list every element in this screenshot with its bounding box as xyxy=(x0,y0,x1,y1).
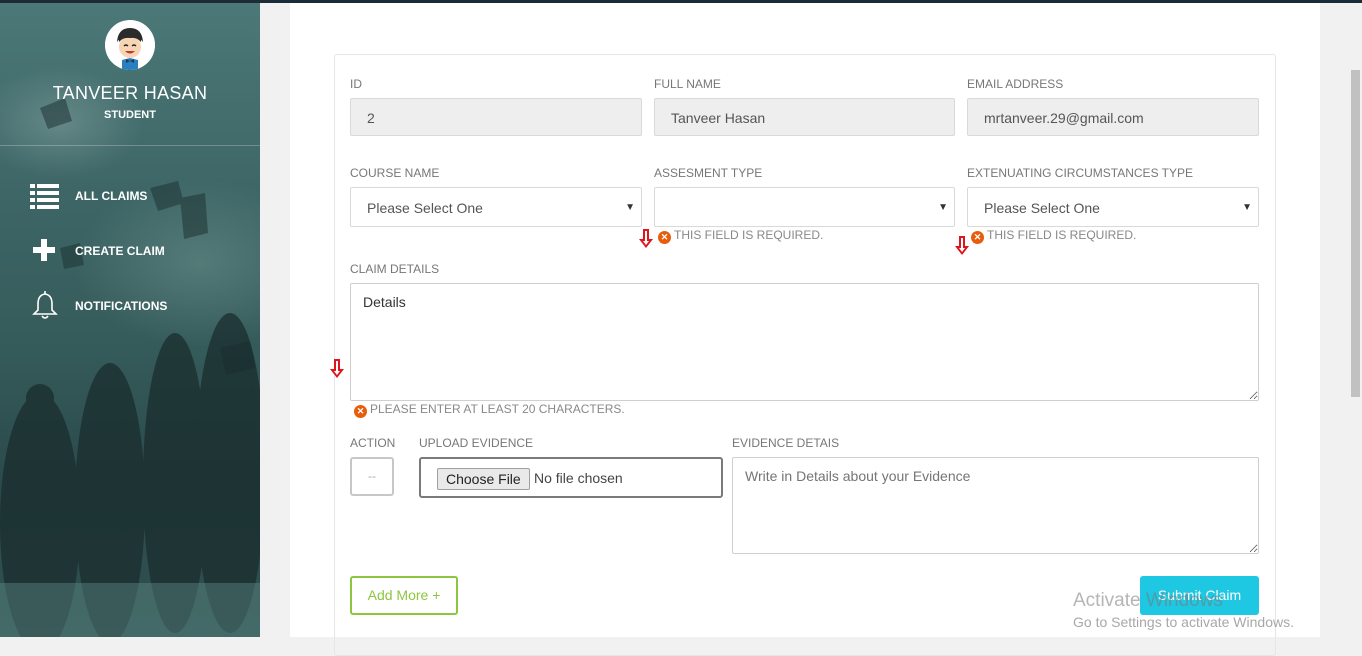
full-name-label: FULL NAME xyxy=(654,77,721,91)
course-select-value: Please Select One xyxy=(367,200,483,216)
profile-name: TANVEER HASAN xyxy=(52,83,208,103)
assessment-error-text: THIS FIELD IS REQUIRED. xyxy=(674,228,824,242)
extenuating-error: ✕ THIS FIELD IS REQUIRED. xyxy=(971,228,1136,244)
scrollbar-thumb[interactable] xyxy=(1351,70,1360,397)
extenuating-select[interactable]: Please Select One ▼ xyxy=(967,187,1259,227)
id-label: ID xyxy=(350,77,362,91)
file-status: No file chosen xyxy=(534,470,623,486)
action-button[interactable]: -- xyxy=(350,457,394,496)
claim-details-textarea[interactable]: Details xyxy=(350,283,1259,401)
error-icon: ✕ xyxy=(354,405,367,418)
avatar[interactable] xyxy=(105,20,155,70)
error-icon: ✕ xyxy=(658,231,671,244)
down-arrow-marker-icon xyxy=(330,359,344,378)
claim-details-label: CLAIM DETAILS xyxy=(350,262,440,276)
page-scrollbar[interactable] xyxy=(1348,3,1362,637)
assessment-error: ✕ THIS FIELD IS REQUIRED. xyxy=(658,228,823,244)
claim-details-error-text: PLEASE ENTER AT LEAST 20 CHARACTERS. xyxy=(370,402,625,416)
upload-evidence-input[interactable]: Choose File No file chosen xyxy=(419,457,723,498)
assessment-select[interactable]: ▼ xyxy=(654,187,955,227)
evidence-details-label: EVIDENCE DETAIS xyxy=(732,436,840,450)
sidebar-item-all-claims[interactable]: ALL CLAIMS xyxy=(0,176,260,216)
add-more-button[interactable]: Add More + xyxy=(350,576,458,615)
id-field[interactable]: 2 xyxy=(350,98,642,136)
sidebar-item-create-claim[interactable]: CREATE CLAIM xyxy=(0,231,260,271)
profile-panel: TANVEER HASAN STUDENT xyxy=(0,3,260,145)
plus-icon xyxy=(30,235,60,265)
upload-evidence-label: UPLOAD EVIDENCE xyxy=(419,436,534,450)
down-arrow-marker-icon xyxy=(639,229,653,248)
chevron-down-icon: ▼ xyxy=(938,202,948,213)
activate-windows-subtext: Go to Settings to activate Windows. xyxy=(1073,614,1294,630)
bell-icon xyxy=(30,290,60,320)
claim-details-error: ✕ PLEASE ENTER AT LEAST 20 CHARACTERS. xyxy=(354,402,625,418)
extenuating-label: EXTENUATING CIRCUMSTANCES TYPE xyxy=(967,166,1194,180)
activate-windows-watermark: Activate Windows xyxy=(1073,590,1223,611)
down-arrow-marker-icon xyxy=(955,236,969,255)
chevron-down-icon: ▼ xyxy=(1242,202,1252,213)
sidebar-item-notifications[interactable]: NOTIFICATIONS xyxy=(0,286,260,326)
profile-role: STUDENT xyxy=(104,109,156,121)
sidebar-item-label: CREATE CLAIM xyxy=(75,244,165,258)
full-name-field[interactable]: Tanveer Hasan xyxy=(654,98,955,136)
list-icon xyxy=(30,180,60,210)
action-label: ACTION xyxy=(350,436,396,450)
course-select[interactable]: Please Select One ▼ xyxy=(350,187,642,227)
extenuating-select-value: Please Select One xyxy=(984,200,1100,216)
email-field[interactable]: mrtanveer.29@gmail.com xyxy=(967,98,1259,136)
chevron-down-icon: ▼ xyxy=(625,202,635,213)
choose-file-button[interactable]: Choose File xyxy=(437,468,530,490)
assessment-label: ASSESMENT TYPE xyxy=(654,166,763,180)
extenuating-error-text: THIS FIELD IS REQUIRED. xyxy=(987,228,1137,242)
course-label: COURSE NAME xyxy=(350,166,440,180)
avatar-cartoon-icon xyxy=(105,20,155,70)
sidebar: TANVEER HASAN STUDENT ALL CLAIMS CREATE … xyxy=(0,3,260,637)
sidebar-item-label: ALL CLAIMS xyxy=(75,189,148,203)
error-icon: ✕ xyxy=(971,231,984,244)
evidence-details-textarea[interactable] xyxy=(732,457,1259,554)
sidebar-divider xyxy=(0,145,260,146)
sidebar-item-label: NOTIFICATIONS xyxy=(75,299,168,313)
email-label: EMAIL ADDRESS xyxy=(967,77,1064,91)
